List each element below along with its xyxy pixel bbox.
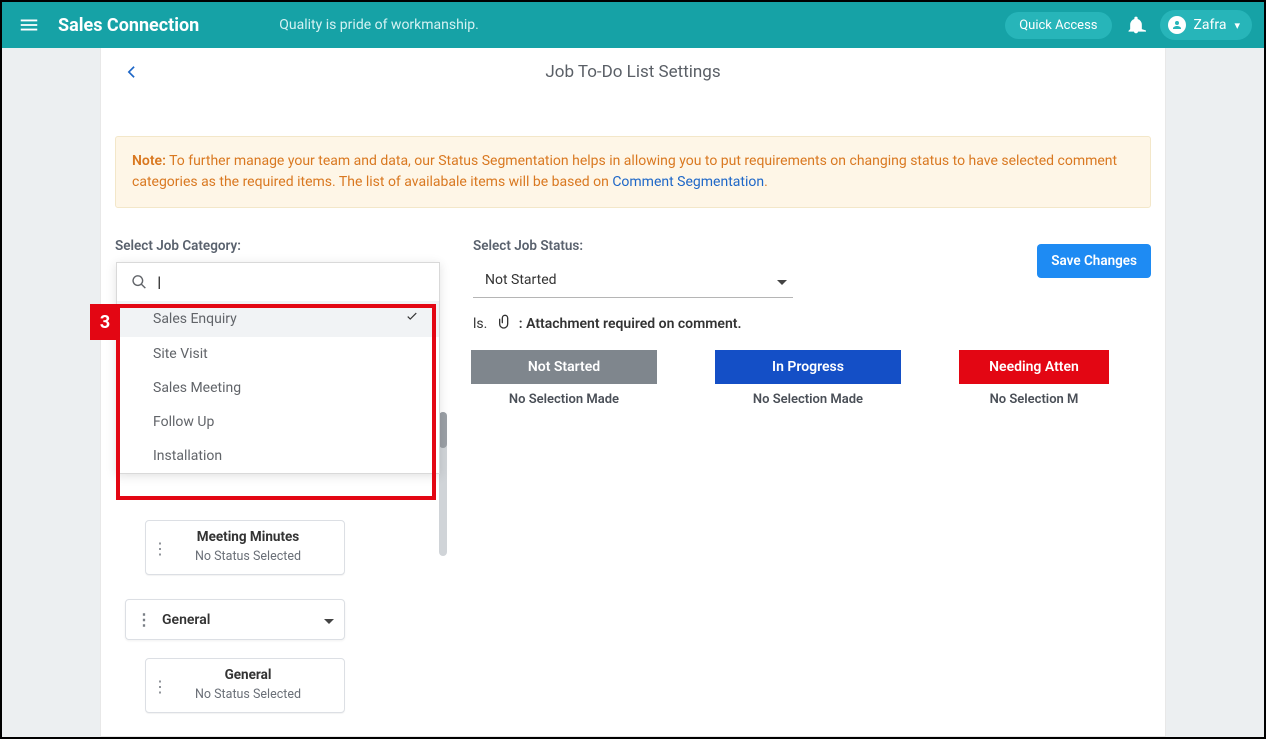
accordion-title: General [162, 612, 210, 628]
paperclip-icon [497, 312, 513, 336]
list-item[interactable]: ⋮ General No Status Selected [145, 658, 345, 713]
search-icon [131, 273, 147, 291]
item-sub: No Status Selected [162, 549, 334, 564]
accordion-head-general[interactable]: ⋮ General [126, 600, 344, 639]
status-header-in-progress: In Progress [715, 350, 901, 384]
category-option-follow-up[interactable]: Follow Up [117, 405, 439, 439]
item-title: Meeting Minutes [162, 529, 334, 545]
legend-text: : Attachment required on comment. [519, 316, 742, 332]
status-value: Not Started [485, 272, 557, 288]
category-dropdown[interactable]: Sales Enquiry Site Visit Sales Meeting F… [116, 262, 440, 474]
category-option-installation[interactable]: Installation [117, 439, 439, 473]
scrollbar-thumb[interactable] [439, 412, 447, 448]
bell-icon [1126, 15, 1146, 35]
hamburger-icon [18, 14, 40, 36]
status-label: Select Job Status: [473, 238, 813, 254]
person-icon [1171, 19, 1183, 31]
user-menu[interactable]: Zafra ▾ [1160, 10, 1253, 40]
chevron-down-icon: ▾ [1234, 19, 1240, 32]
category-option-sales-enquiry[interactable]: Sales Enquiry [117, 301, 439, 337]
list-item[interactable]: ⋮ Meeting Minutes No Status Selected [145, 520, 345, 575]
drag-handle-icon[interactable]: ⋮ [152, 539, 168, 558]
category-option-sales-meeting[interactable]: Sales Meeting [117, 371, 439, 405]
annotation-number: 3 [90, 304, 120, 340]
category-option-list: Sales Enquiry Site Visit Sales Meeting F… [117, 301, 439, 473]
page-header: Job To-Do List Settings [101, 48, 1165, 96]
status-empty-2: No Selection M [959, 384, 1109, 415]
drag-handle-icon[interactable]: ⋮ [136, 610, 152, 629]
legend-cut-text: ls. [473, 316, 491, 332]
note-text-b: . [764, 174, 768, 190]
status-columns: Not Started No Selection Made In Progres… [471, 350, 1165, 415]
option-label: Site Visit [153, 346, 208, 362]
tagline: Quality is pride of workmanship. [279, 17, 479, 33]
category-search-input[interactable] [157, 273, 425, 291]
status-empty-1: No Selection Made [715, 384, 901, 415]
save-changes-button[interactable]: Save Changes [1037, 244, 1151, 278]
option-label: Sales Meeting [153, 380, 241, 396]
option-label: Sales Enquiry [153, 311, 237, 327]
page-title: Job To-Do List Settings [545, 62, 720, 82]
info-note: Note: To further manage your team and da… [115, 136, 1151, 208]
chevron-left-icon [121, 62, 141, 82]
menu-button[interactable] [14, 10, 44, 40]
status-header-not-started: Not Started [471, 350, 657, 384]
status-header-needing-attention: Needing Atten [959, 350, 1109, 384]
item-title: General [162, 667, 334, 683]
caret-down-icon [324, 612, 334, 628]
avatar [1168, 16, 1186, 34]
option-label: Follow Up [153, 414, 214, 430]
back-button[interactable] [121, 62, 141, 86]
drag-handle-icon[interactable]: ⋮ [152, 677, 168, 696]
notifications-button[interactable] [1126, 15, 1146, 35]
status-empty-0: No Selection Made [471, 384, 657, 415]
comment-segmentation-link[interactable]: Comment Segmentation [612, 174, 764, 190]
quick-access-button[interactable]: Quick Access [1005, 12, 1111, 39]
item-sub: No Status Selected [162, 687, 334, 702]
user-name: Zafra [1194, 17, 1227, 33]
caret-down-icon [777, 270, 787, 289]
app-title: Sales Connection [58, 15, 199, 36]
category-option-site-visit[interactable]: Site Visit [117, 337, 439, 371]
top-bar: Sales Connection Quality is pride of wor… [2, 2, 1264, 48]
category-label: Select Job Category: [115, 238, 465, 254]
status-select[interactable]: Not Started [473, 262, 793, 298]
note-prefix: Note: [132, 153, 166, 169]
check-icon [405, 310, 419, 328]
option-label: Installation [153, 448, 222, 464]
